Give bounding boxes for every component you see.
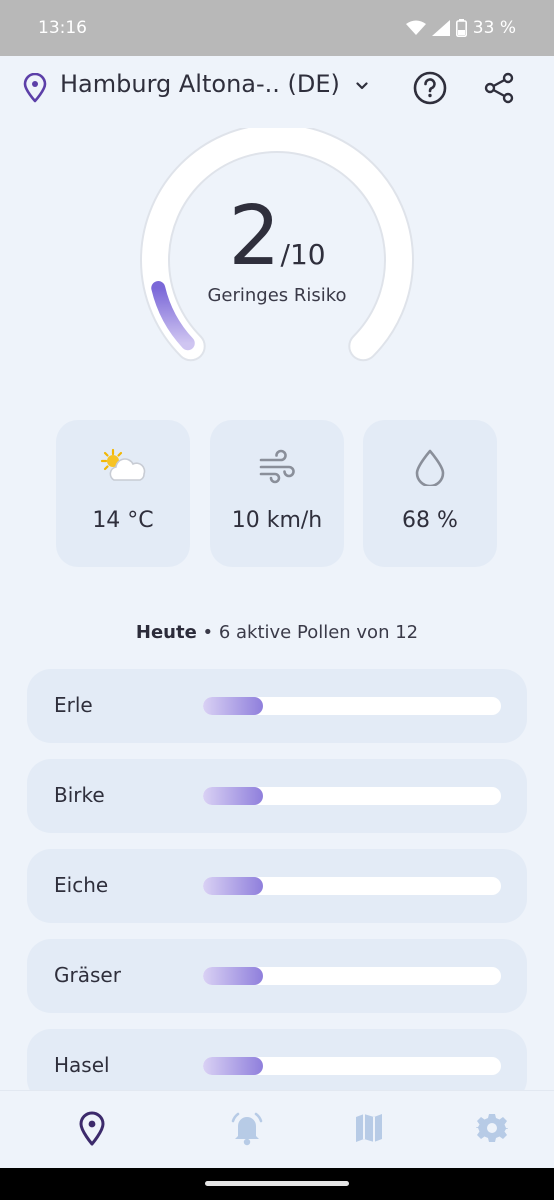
bell-icon[interactable]: [230, 1111, 264, 1147]
battery-percent: 33 %: [472, 18, 516, 38]
location-pin-icon[interactable]: [22, 73, 48, 103]
pollen-level-bar: [203, 1057, 501, 1075]
battery-icon: [455, 19, 467, 37]
humidity-value: 68 %: [402, 508, 458, 533]
gear-icon[interactable]: [476, 1111, 508, 1145]
risk-denominator: /10: [280, 238, 326, 271]
pollen-name: Gräser: [54, 963, 121, 987]
risk-value: 2/10: [0, 196, 554, 296]
help-icon[interactable]: [412, 70, 448, 106]
status-icons: 33 %: [405, 18, 516, 38]
temperature-card: 14 °C: [56, 420, 190, 567]
wind-card: 10 km/h: [210, 420, 344, 567]
today-summary: Heute • 6 aktive Pollen von 12: [0, 622, 554, 643]
pollen-level-bar: [203, 697, 501, 715]
location-icon[interactable]: [78, 1111, 106, 1147]
map-icon[interactable]: [354, 1111, 384, 1145]
pollen-level-bar: [203, 967, 501, 985]
pollen-level-fill: [203, 787, 263, 805]
humidity-card: 68 %: [363, 420, 497, 567]
pollen-name: Hasel: [54, 1053, 110, 1077]
chevron-down-icon[interactable]: [356, 82, 368, 90]
wind-icon: [259, 449, 295, 484]
gesture-bar: [0, 1168, 554, 1200]
today-count: • 6 aktive Pollen von 12: [196, 622, 419, 643]
pollen-row-graeser[interactable]: Gräser: [27, 939, 527, 1013]
pollen-level-bar: [203, 877, 501, 895]
pollen-level-fill: [203, 877, 263, 895]
pollen-row-eiche[interactable]: Eiche: [27, 849, 527, 923]
pollen-level-bar: [203, 787, 501, 805]
pollen-name: Erle: [54, 693, 93, 717]
pollen-row-erle[interactable]: Erle: [27, 669, 527, 743]
wind-value: 10 km/h: [231, 508, 323, 533]
status-time: 13:16: [38, 18, 87, 38]
pollen-level-fill: [203, 967, 263, 985]
today-label: Heute: [135, 622, 197, 643]
share-icon[interactable]: [482, 70, 518, 106]
home-indicator[interactable]: [205, 1181, 349, 1186]
pollen-name: Birke: [54, 783, 105, 807]
pollen-level-fill: [203, 1057, 263, 1075]
water-drop-icon: [415, 449, 445, 486]
temperature-value: 14 °C: [92, 508, 154, 533]
bottom-navigation: [0, 1090, 554, 1168]
signal-icon: [431, 20, 450, 36]
pollen-row-birke[interactable]: Birke: [27, 759, 527, 833]
wifi-icon: [405, 20, 426, 35]
status-bar: 13:16 33 %: [0, 0, 554, 56]
pollen-level-fill: [203, 697, 263, 715]
pollen-name: Eiche: [54, 873, 109, 897]
location-title[interactable]: Hamburg Altona-.. (DE): [60, 70, 340, 98]
risk-number: 2: [228, 189, 281, 284]
partly-sunny-icon: [100, 448, 146, 481]
header: Hamburg Altona-.. (DE): [0, 56, 554, 120]
risk-label: Geringes Risiko: [207, 285, 347, 306]
